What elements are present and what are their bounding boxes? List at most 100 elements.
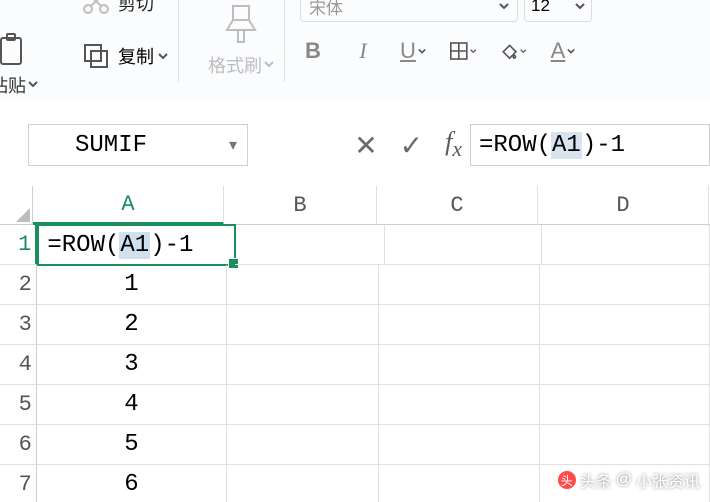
paste-label: 粘贴 <box>0 72 26 98</box>
font-size-select[interactable]: 12 <box>524 0 592 22</box>
cell[interactable]: 5 <box>37 425 227 465</box>
cell[interactable] <box>385 225 543 265</box>
cell[interactable] <box>379 345 539 385</box>
ribbon-toolbar: 剪切 粘贴 复制 格式刷 宋体 12 B I U A <box>0 0 710 100</box>
rows: 1=ROW(A1)-1213243546576 <box>0 225 710 502</box>
cell[interactable] <box>540 385 710 425</box>
cell[interactable] <box>235 225 385 265</box>
formula-text-prefix: =ROW( <box>479 132 551 159</box>
formula-text-suffix: )-1 <box>582 132 625 159</box>
row-header[interactable]: 7 <box>0 465 37 502</box>
row-header[interactable]: 2 <box>0 265 37 305</box>
accept-icon[interactable]: ✓ <box>400 129 423 162</box>
cell[interactable]: =ROW(A1)-1 <box>37 224 235 266</box>
cancel-icon[interactable]: ✕ <box>354 129 377 162</box>
table-row: 65 <box>0 425 710 465</box>
copy-button[interactable]: 复制 <box>82 42 168 70</box>
table-row: 1=ROW(A1)-1 <box>0 225 710 265</box>
table-row: 21 <box>0 265 710 305</box>
watermark-prefix: 头条 <box>580 468 612 492</box>
italic-button[interactable]: I <box>350 38 376 64</box>
table-row: 54 <box>0 385 710 425</box>
chevron-down-icon <box>499 1 509 11</box>
cell[interactable] <box>227 465 379 502</box>
chevron-down-icon <box>575 1 585 11</box>
cell[interactable] <box>542 225 710 265</box>
cut-label: 剪切 <box>118 0 154 16</box>
watermark-logo-icon: 头 <box>558 471 576 489</box>
row-header[interactable]: 3 <box>0 305 37 345</box>
font-color-button[interactable]: A <box>550 38 576 64</box>
cell[interactable]: 1 <box>37 265 227 305</box>
cell[interactable] <box>379 465 539 502</box>
formula-ref: A1 <box>551 132 582 159</box>
font-name-value: 宋体 <box>309 0 343 19</box>
cell[interactable] <box>227 305 379 345</box>
column-header-b[interactable]: B <box>224 186 377 224</box>
scissors-icon <box>82 0 110 15</box>
cell[interactable] <box>379 425 539 465</box>
cell[interactable] <box>540 265 710 305</box>
column-headers: A B C D <box>0 186 710 225</box>
chevron-down-icon <box>520 47 526 55</box>
cell[interactable]: 6 <box>37 465 227 502</box>
paste-button[interactable]: 粘贴 <box>0 32 38 98</box>
cell[interactable]: 3 <box>37 345 227 385</box>
cell[interactable] <box>379 265 539 305</box>
spreadsheet-grid: A B C D 1=ROW(A1)-1213243546576 <box>0 186 710 502</box>
row-header[interactable]: 1 <box>0 225 38 265</box>
fx-icon[interactable]: fx <box>445 127 462 162</box>
formula-input[interactable]: =ROW(A1)-1 <box>470 124 710 166</box>
cell[interactable] <box>227 345 379 385</box>
select-all-corner[interactable] <box>0 186 33 224</box>
chevron-down-icon <box>158 51 168 61</box>
table-row: 43 <box>0 345 710 385</box>
column-header-c[interactable]: C <box>377 186 538 224</box>
font-controls: 宋体 12 <box>300 0 592 22</box>
cut-button[interactable]: 剪切 <box>82 0 154 16</box>
font-size-value: 12 <box>531 0 550 16</box>
cell[interactable]: 2 <box>37 305 227 345</box>
row-header[interactable]: 4 <box>0 345 37 385</box>
column-header-d[interactable]: D <box>538 186 709 224</box>
cell[interactable] <box>540 345 710 385</box>
chevron-down-icon <box>28 79 38 89</box>
copy-icon <box>82 42 110 70</box>
separator <box>284 0 285 82</box>
separator <box>178 0 179 82</box>
name-box-value: SUMIF <box>75 132 147 159</box>
name-box[interactable]: SUMIF ▾ <box>28 124 248 166</box>
chevron-down-icon: ▾ <box>229 135 237 155</box>
chevron-down-icon <box>418 47 426 55</box>
borders-button[interactable] <box>450 38 476 64</box>
format-painter-button[interactable]: 格式刷 <box>208 0 274 78</box>
chevron-down-icon <box>264 59 274 69</box>
cell[interactable] <box>227 265 379 305</box>
font-name-select[interactable]: 宋体 <box>300 0 518 22</box>
chevron-down-icon <box>567 47 575 55</box>
underline-button[interactable]: U <box>400 38 426 64</box>
paste-icon <box>0 32 33 70</box>
brush-icon <box>223 0 259 50</box>
cell[interactable] <box>540 425 710 465</box>
font-style-controls: B I U A <box>300 38 576 64</box>
cell[interactable] <box>540 305 710 345</box>
formula-controls: ✕ ✓ fx <box>354 127 462 162</box>
column-header-a[interactable]: A <box>33 186 224 225</box>
bold-button[interactable]: B <box>300 38 326 64</box>
formula-bar: SUMIF ▾ ✕ ✓ fx =ROW(A1)-1 <box>0 121 710 169</box>
cell[interactable] <box>379 305 539 345</box>
row-header[interactable]: 5 <box>0 385 37 425</box>
cell[interactable] <box>227 425 379 465</box>
copy-label: 复制 <box>118 43 154 69</box>
format-painter-label: 格式刷 <box>208 52 262 78</box>
watermark-at: @ <box>616 471 632 489</box>
watermark-name: 小张资讯 <box>636 468 700 492</box>
cell[interactable] <box>379 385 539 425</box>
cell[interactable]: 4 <box>37 385 227 425</box>
cell[interactable] <box>227 385 379 425</box>
watermark: 头 头条 @ 小张资讯 <box>558 468 700 492</box>
table-row: 32 <box>0 305 710 345</box>
row-header[interactable]: 6 <box>0 425 37 465</box>
fill-color-button[interactable] <box>500 38 526 64</box>
